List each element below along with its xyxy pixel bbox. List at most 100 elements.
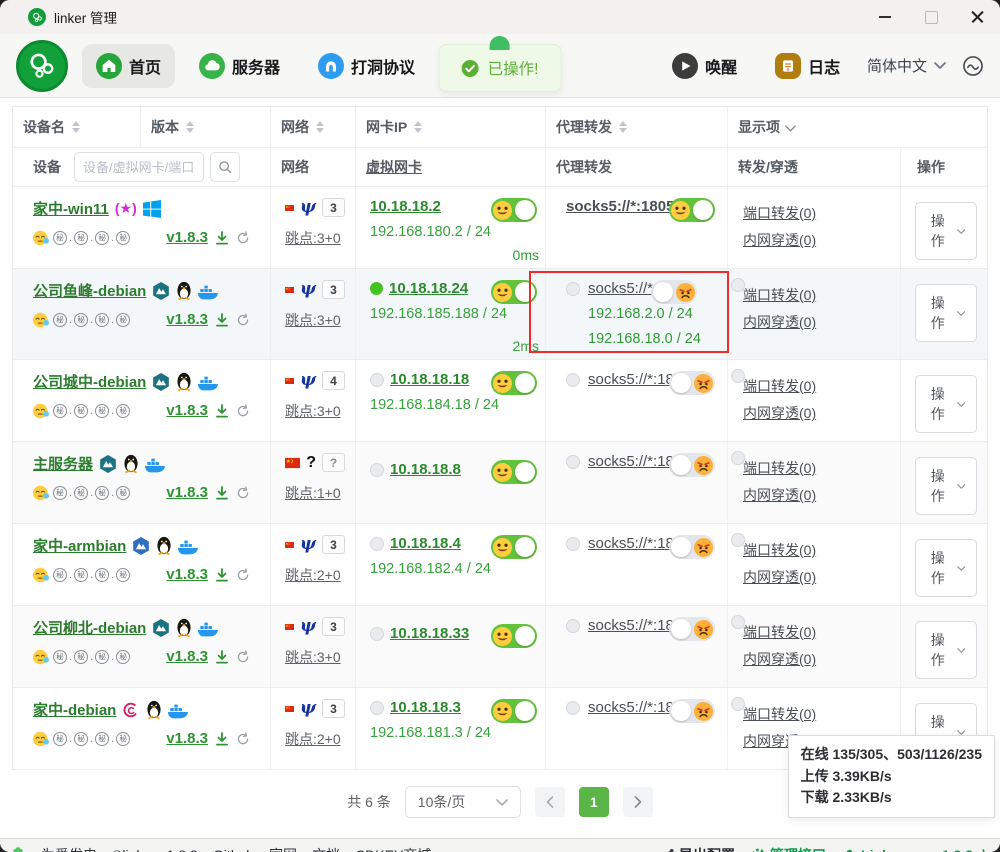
version-link[interactable]: v1.8.3	[166, 484, 208, 501]
proxy-toggle[interactable]	[669, 535, 715, 559]
penetrate-link[interactable]: 内网穿透(0)	[743, 646, 890, 673]
device-name-link[interactable]: 家中-win11	[33, 198, 109, 219]
subheader-vnic[interactable]: 虚拟网卡	[356, 148, 546, 186]
port-forward-link[interactable]: 端口转发(0)	[743, 455, 890, 482]
hop-link[interactable]: 跳点:3+0	[285, 310, 341, 330]
close-button[interactable]	[954, 0, 1000, 34]
version-link[interactable]: v1.8.3	[166, 648, 208, 665]
device-name-link[interactable]: 家中-debian	[33, 699, 116, 720]
minimize-button[interactable]	[862, 0, 908, 34]
cdkey-store-link[interactable]: CDKEY商城	[355, 845, 431, 852]
refresh-icon[interactable]	[236, 568, 250, 582]
port-forward-link[interactable]: 端口转发(0)	[743, 619, 890, 646]
hop-link[interactable]: 跳点:3+0	[285, 647, 341, 667]
relay-radio[interactable]	[566, 537, 580, 551]
port-forward-link[interactable]: 端口转发(0)	[743, 200, 890, 227]
vnic-ip-link[interactable]: 10.18.18.24	[389, 280, 468, 297]
relay-radio[interactable]	[370, 537, 384, 551]
vnic-ip-link[interactable]: 10.18.18.4	[390, 535, 461, 552]
refresh-icon[interactable]	[236, 650, 250, 664]
device-name-link[interactable]: 公司柳北-debian	[33, 617, 146, 638]
linker-logo[interactable]	[16, 40, 68, 92]
theme-icon[interactable]	[962, 55, 984, 77]
device-name-link[interactable]: 公司城中-debian	[33, 371, 146, 392]
version-link[interactable]: v1.8.3	[166, 402, 208, 419]
relay-radio[interactable]	[370, 627, 384, 641]
donate-link[interactable]: 为爱发电	[41, 845, 97, 852]
hop-link[interactable]: 跳点:3+0	[285, 401, 341, 421]
tab-logs[interactable]: 日志	[761, 44, 854, 88]
port-forward-link[interactable]: 端口转发(0)	[743, 701, 890, 728]
manage-api-button[interactable]: 管理接口	[751, 845, 826, 852]
download-icon[interactable]	[215, 568, 229, 582]
relay-radio[interactable]	[370, 463, 384, 477]
action-button[interactable]: 操作	[915, 202, 977, 260]
vnic-toggle[interactable]	[491, 699, 537, 723]
vnic-ip-link[interactable]: 10.18.18.8	[390, 461, 461, 478]
header-device-name[interactable]: 设备名	[13, 107, 141, 147]
header-version[interactable]: 版本	[141, 107, 271, 147]
relay-radio[interactable]	[370, 373, 384, 387]
download-icon[interactable]	[215, 404, 229, 418]
vnic-toggle[interactable]	[491, 535, 537, 559]
search-input[interactable]	[74, 152, 204, 182]
relay-radio[interactable]	[731, 278, 745, 292]
port-forward-link[interactable]: 端口转发(0)	[743, 373, 890, 400]
relay-radio[interactable]	[566, 455, 580, 469]
relay-radio[interactable]	[731, 533, 745, 547]
penetrate-link[interactable]: 内网穿透(0)	[743, 227, 890, 254]
port-forward-link[interactable]: 端口转发(0)	[743, 537, 890, 564]
relay-radio[interactable]	[566, 282, 580, 296]
relay-radio[interactable]	[370, 701, 384, 715]
action-button[interactable]: 操作	[915, 457, 977, 515]
header-nic-ip[interactable]: 网卡IP	[356, 107, 546, 147]
export-config-button[interactable]: 导出配置	[660, 845, 735, 852]
device-name-link[interactable]: 主服务器	[33, 453, 93, 474]
action-button[interactable]: 操作	[915, 539, 977, 597]
search-button[interactable]	[210, 152, 240, 182]
refresh-icon[interactable]	[236, 313, 250, 327]
account-menu[interactable]: Linker	[842, 847, 918, 852]
version-link[interactable]: v1.8.3	[166, 311, 208, 328]
hop-link[interactable]: 跳点:2+0	[285, 565, 341, 585]
hop-link[interactable]: 跳点:1+0	[285, 483, 341, 503]
proxy-toggle[interactable]	[669, 699, 715, 723]
header-network[interactable]: 网络	[271, 107, 356, 147]
vnic-toggle[interactable]	[491, 371, 537, 395]
socks5-link[interactable]: socks5://*:1805	[566, 198, 674, 215]
refresh-icon[interactable]	[236, 486, 250, 500]
action-button[interactable]: 操作	[915, 375, 977, 433]
page-number-button[interactable]: 1	[579, 787, 609, 817]
vnic-toggle[interactable]	[491, 198, 537, 222]
next-page-button[interactable]	[623, 787, 653, 817]
vnic-ip-link[interactable]: 10.18.18.2	[370, 198, 441, 215]
header-proxy[interactable]: 代理转发	[546, 107, 728, 147]
penetrate-link[interactable]: 内网穿透(0)	[743, 309, 890, 336]
tab-servers[interactable]: 服务器	[185, 44, 294, 88]
prev-page-button[interactable]	[535, 787, 565, 817]
relay-radio[interactable]	[731, 615, 745, 629]
proxy-toggle[interactable]	[669, 453, 715, 477]
proxy-toggle[interactable]	[651, 280, 697, 304]
website-link[interactable]: 官网	[269, 845, 297, 852]
device-name-link[interactable]: 公司鱼峰-debian	[33, 280, 146, 301]
hop-link[interactable]: 跳点:3+0	[285, 228, 341, 248]
vnic-toggle[interactable]	[491, 280, 537, 304]
vnic-toggle[interactable]	[491, 624, 537, 648]
docs-link[interactable]: 文档	[312, 845, 340, 852]
device-name-link[interactable]: 家中-armbian	[33, 535, 126, 556]
download-icon[interactable]	[215, 650, 229, 664]
maximize-button[interactable]	[908, 0, 954, 34]
relay-radio[interactable]	[566, 373, 580, 387]
version-link[interactable]: v1.8.3	[166, 229, 208, 246]
tab-home[interactable]: 首页	[82, 44, 175, 88]
version-update-button[interactable]: v1.8.3	[934, 847, 990, 852]
penetrate-link[interactable]: 内网穿透(0)	[743, 400, 890, 427]
download-icon[interactable]	[215, 732, 229, 746]
download-icon[interactable]	[215, 486, 229, 500]
page-size-select[interactable]: 10条/页	[405, 786, 521, 818]
proxy-toggle[interactable]	[669, 371, 715, 395]
vnic-ip-link[interactable]: 10.18.18.33	[390, 625, 469, 642]
relay-radio[interactable]	[731, 451, 745, 465]
language-selector[interactable]: 简体中文	[867, 55, 946, 76]
